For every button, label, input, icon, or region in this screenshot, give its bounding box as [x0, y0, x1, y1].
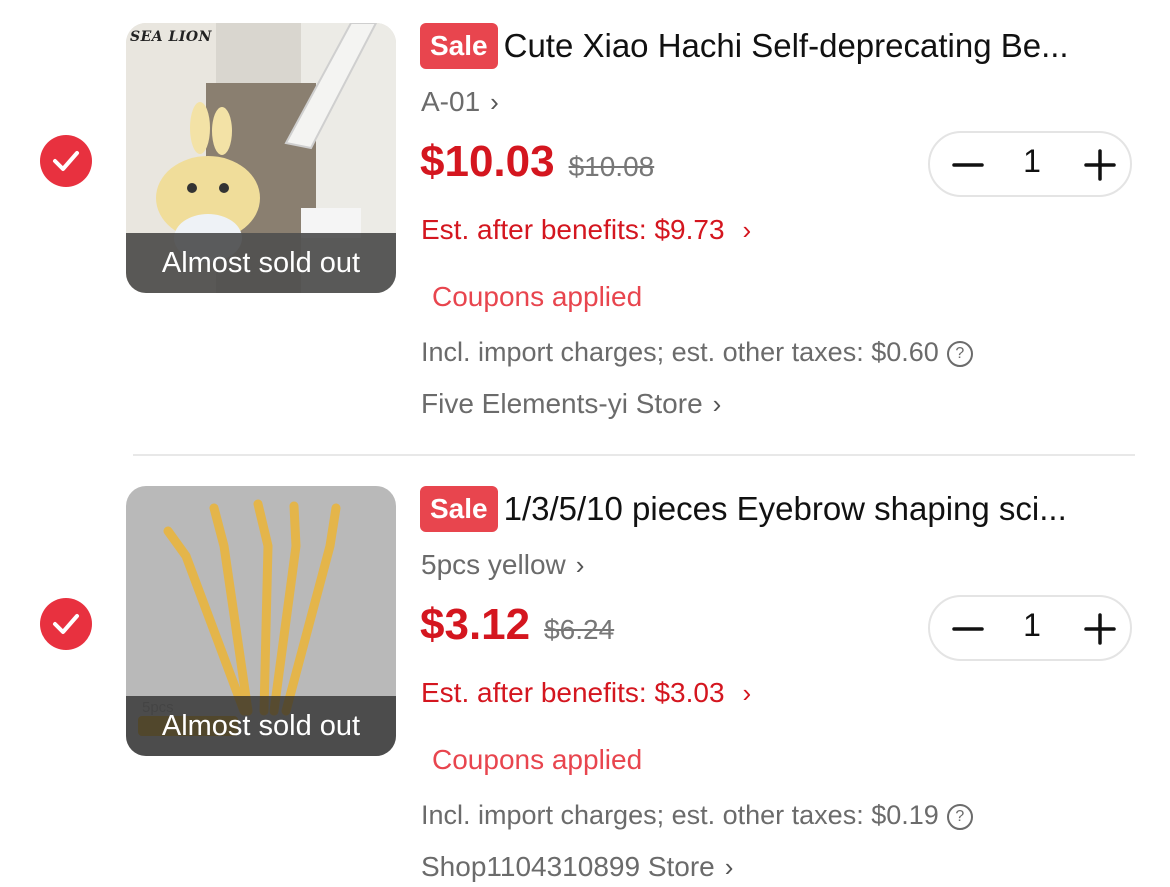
- chevron-right-icon: ›: [575, 550, 585, 580]
- taxes-text: Incl. import charges; est. other taxes: …: [421, 337, 939, 367]
- current-price: $3.12: [420, 600, 531, 649]
- taxes-text: Incl. import charges; est. other taxes: …: [421, 800, 939, 830]
- taxes-info: Incl. import charges; est. other taxes: …: [421, 337, 973, 368]
- cart-item: SEA LION Almost sold out Sale Cute Xiao H…: [0, 0, 1170, 455]
- plus-icon[interactable]: [1080, 609, 1120, 649]
- store-link[interactable]: Five Elements-yi Store ›: [421, 388, 721, 420]
- est-after-benefits-text: Est. after benefits: $3.03: [421, 677, 725, 708]
- quantity-stepper: 1: [928, 595, 1132, 661]
- quantity-stepper: 1: [928, 131, 1132, 197]
- variant-selector[interactable]: 5pcs yellow ›: [421, 549, 584, 581]
- product-thumbnail[interactable]: SEA LION Almost sold out: [126, 23, 396, 293]
- variant-selector[interactable]: A-01 ›: [421, 86, 499, 118]
- est-after-benefits-text: Est. after benefits: $9.73: [421, 214, 725, 245]
- coupons-applied-label: Coupons applied: [432, 281, 643, 312]
- current-price: $10.03: [420, 137, 555, 186]
- thumbnail-brand-text: SEA LION: [130, 29, 212, 45]
- original-price: $10.08: [568, 151, 655, 182]
- select-item-checkbox[interactable]: [40, 135, 92, 187]
- variant-label: A-01: [421, 86, 481, 117]
- variant-label: 5pcs yellow: [421, 549, 566, 580]
- checkmark-icon: [53, 151, 79, 171]
- minus-icon[interactable]: [948, 609, 988, 649]
- chevron-right-icon: ›: [742, 215, 752, 245]
- store-name: Five Elements-yi Store: [421, 388, 703, 419]
- product-title-row[interactable]: Sale 1/3/5/10 pieces Eyebrow shaping sci.…: [420, 486, 1140, 536]
- price-row: $3.12 $6.24: [420, 600, 614, 650]
- cart-item: 5pcs Almost sold out Sale1/3/5/10 pieces…: [0, 456, 1170, 887]
- quantity-value: 1: [1023, 143, 1041, 179]
- taxes-info: Incl. import charges; est. other taxes: …: [421, 800, 973, 831]
- store-name: Shop1104310899 Store: [421, 851, 715, 882]
- price-row: $10.03 $10.08: [420, 137, 654, 187]
- checkmark-icon: [53, 614, 79, 634]
- est-after-benefits-link[interactable]: Est. after benefits: $3.03 ›: [421, 677, 751, 709]
- quantity-value: 1: [1023, 607, 1041, 643]
- product-title[interactable]: 1/3/5/10 pieces Eyebrow shaping sci...: [504, 490, 1067, 528]
- chevron-right-icon: ›: [724, 852, 734, 882]
- minus-icon[interactable]: [948, 145, 988, 185]
- question-circle-icon[interactable]: ?: [946, 340, 973, 367]
- sale-badge: Sale: [420, 486, 498, 532]
- plus-icon[interactable]: [1080, 145, 1120, 185]
- chevron-right-icon: ›: [742, 678, 752, 708]
- chevron-right-icon: ›: [490, 87, 499, 117]
- store-link[interactable]: Shop1104310899 Store ›: [421, 851, 733, 883]
- est-after-benefits-link[interactable]: Est. after benefits: $9.73 ›: [421, 214, 751, 246]
- product-thumbnail[interactable]: 5pcs Almost sold out: [126, 486, 396, 756]
- almost-sold-out-label: Almost sold out: [126, 696, 396, 756]
- product-title-row[interactable]: Sale Cute Xiao Hachi Self-deprecating Be.…: [420, 23, 1140, 73]
- original-price: $6.24: [544, 614, 615, 645]
- chevron-right-icon: ›: [712, 389, 722, 419]
- product-title[interactable]: Cute Xiao Hachi Self-deprecating Be...: [504, 27, 1069, 65]
- question-circle-icon[interactable]: ?: [946, 803, 973, 830]
- select-item-checkbox[interactable]: [40, 598, 92, 650]
- coupons-applied-label: Coupons applied: [432, 744, 643, 775]
- almost-sold-out-label: Almost sold out: [126, 233, 396, 293]
- sale-badge: Sale: [420, 23, 498, 69]
